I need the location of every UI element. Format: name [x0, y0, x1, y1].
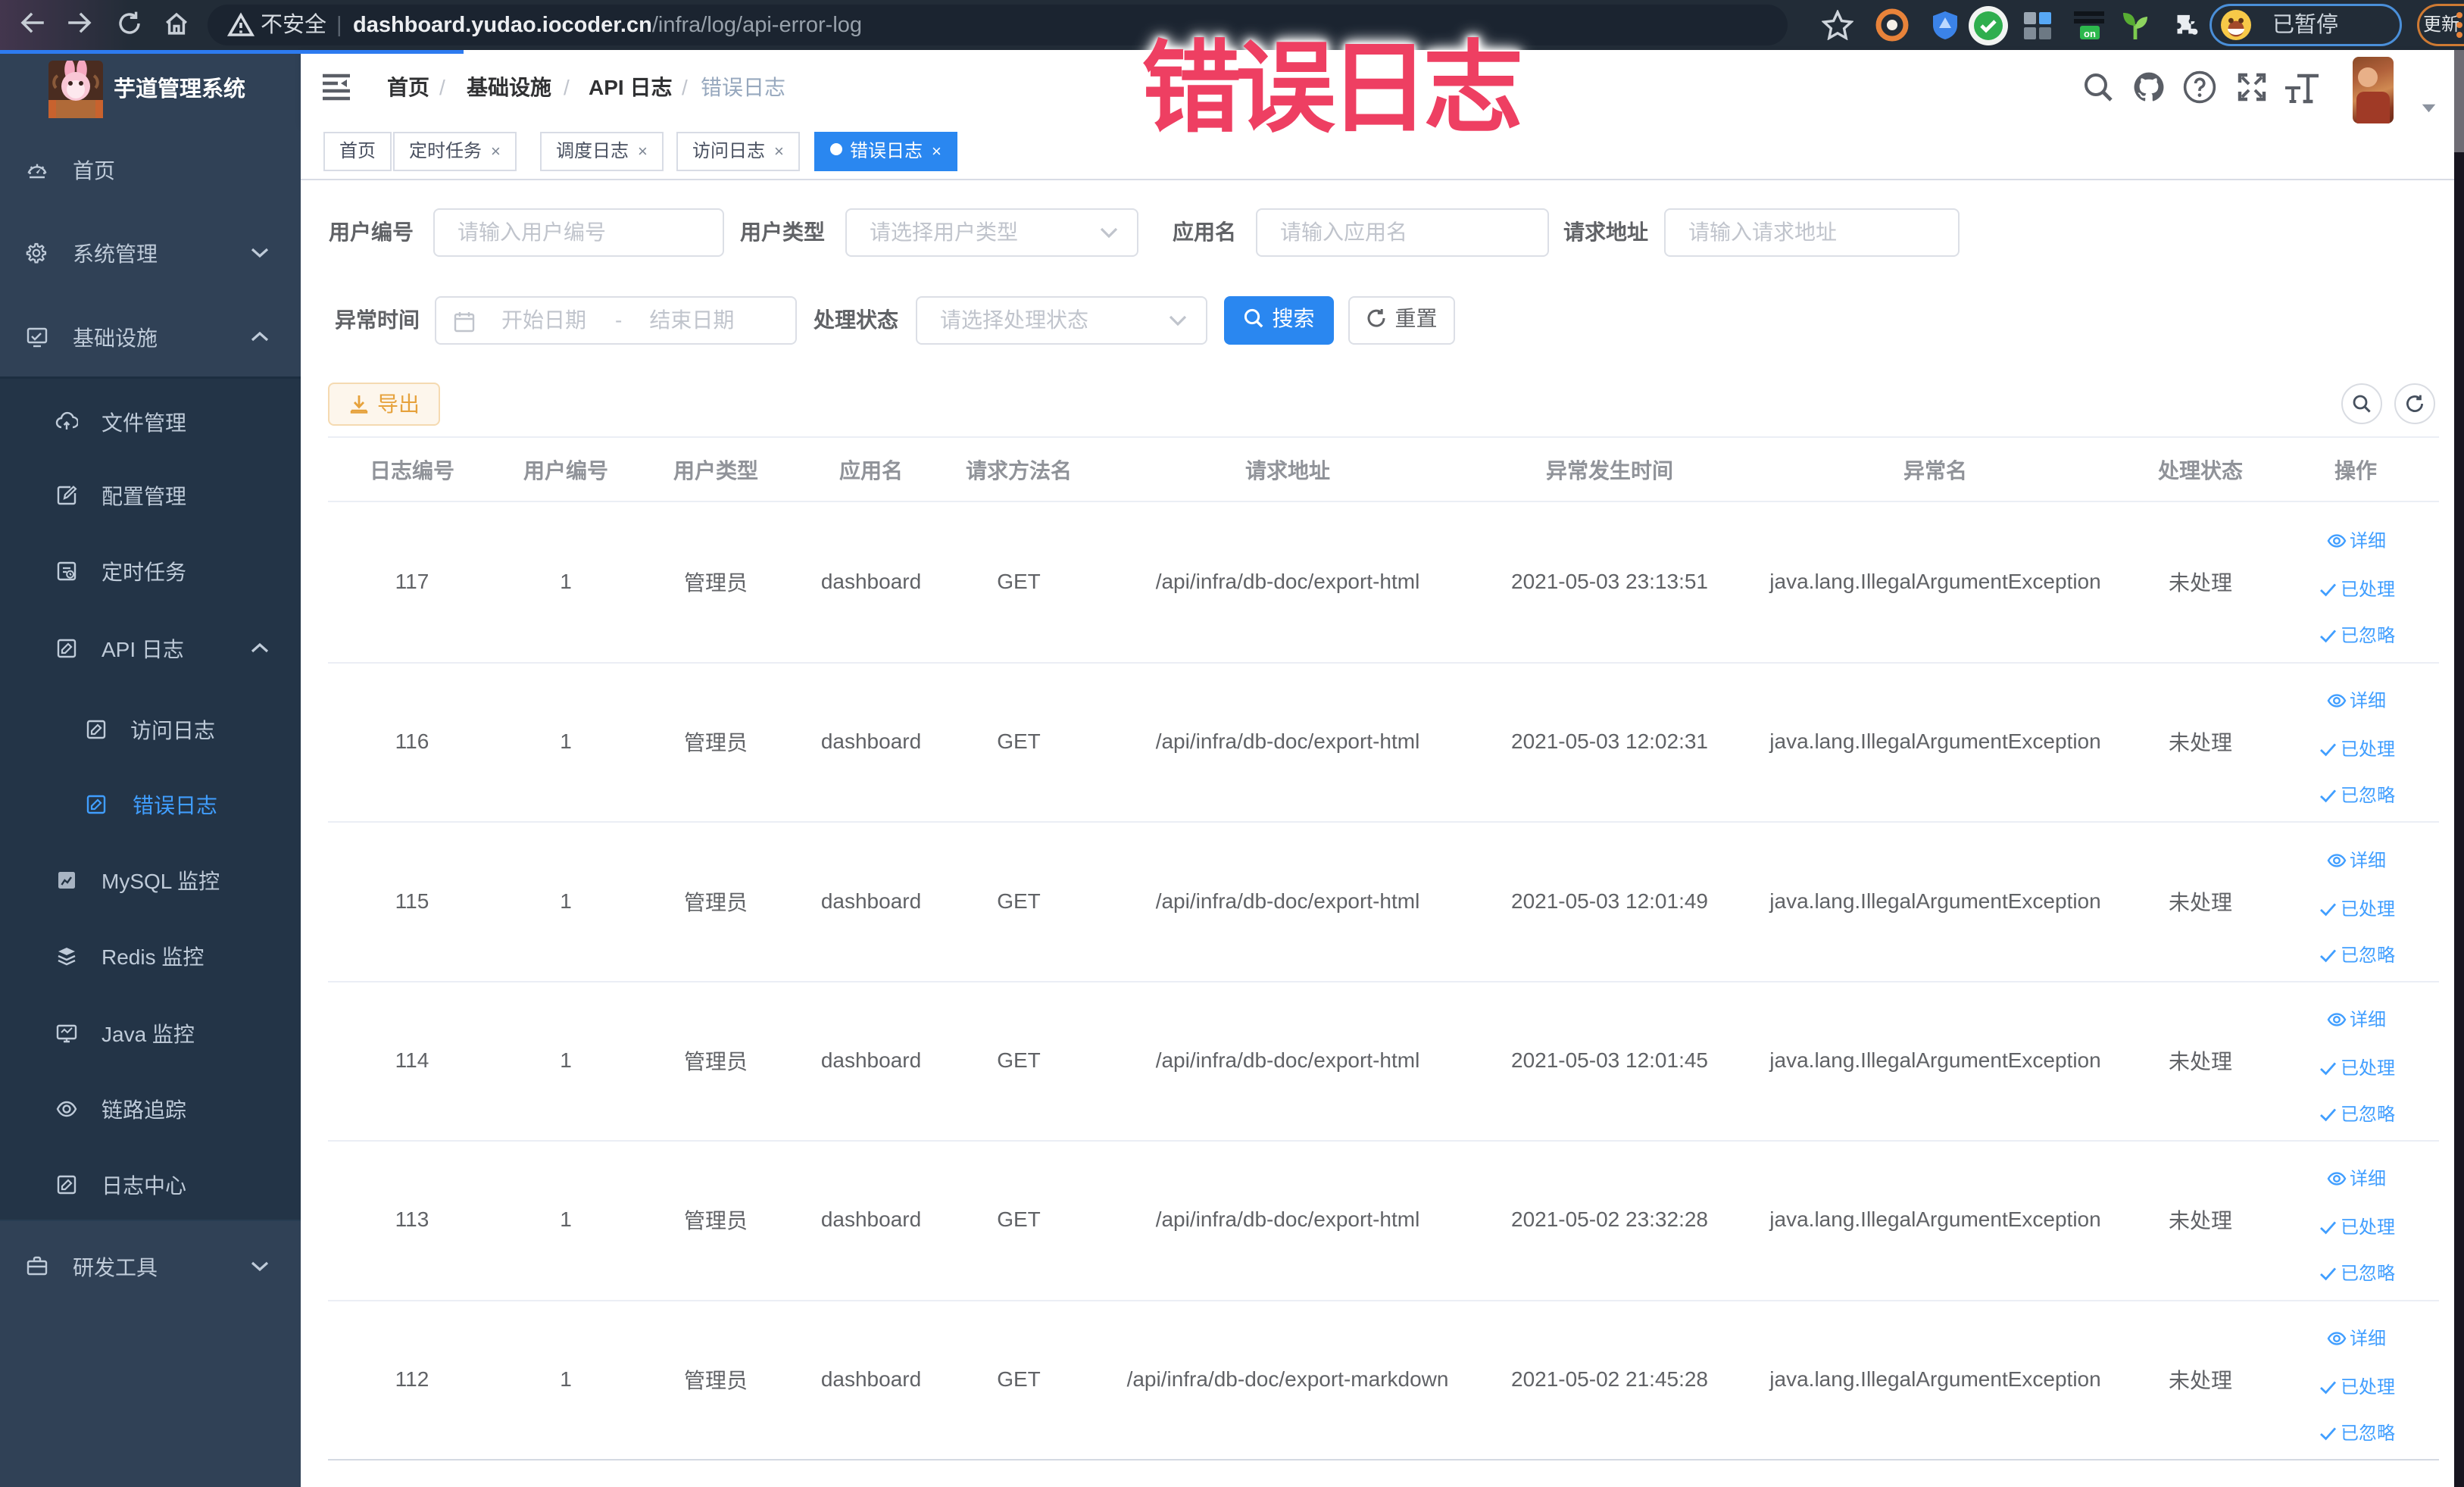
svg-text:on: on [2084, 28, 2096, 39]
